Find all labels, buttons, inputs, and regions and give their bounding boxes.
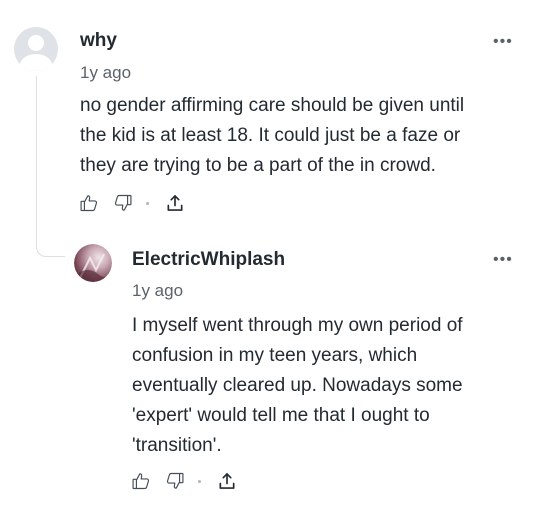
comment-thread: why 1y ago ••• no gender affirming care …	[0, 0, 540, 512]
timestamp: 1y ago	[132, 281, 184, 300]
comment: why 1y ago ••• no gender affirming care …	[0, 0, 540, 240]
share-button[interactable]	[216, 470, 238, 492]
comment-body: I myself went through my own period of c…	[132, 311, 517, 461]
avatar-head-shape	[28, 35, 44, 51]
more-options-button[interactable]: •••	[493, 34, 513, 50]
comment-body-line: eventually cleared up. Nowadays some	[132, 375, 463, 396]
comment-actions	[130, 470, 238, 492]
user-photo-avatar	[74, 244, 112, 282]
share-button[interactable]	[164, 192, 186, 214]
comment-body-line: I myself went through my own period of	[132, 315, 463, 336]
thumbs-up-button[interactable]	[130, 470, 152, 492]
thumbs-down-button[interactable]	[164, 470, 186, 492]
username[interactable]: why	[80, 30, 117, 52]
thumbs-down-icon	[166, 472, 184, 489]
thumbs-up-icon	[80, 195, 98, 212]
comment-body-line: 'expert' would tell me that I ought to	[132, 405, 430, 426]
avatar[interactable]	[74, 244, 112, 282]
thumbs-up-button[interactable]	[78, 192, 100, 214]
comment-body-line: they are trying to be a part of the in c…	[80, 155, 436, 176]
reply-comment: ElectricWhiplash 1y ago ••• I myself wen…	[0, 236, 540, 512]
timestamp: 1y ago	[80, 63, 132, 82]
comment-body-line: the kid is at least 18. It could just be…	[80, 125, 461, 146]
share-icon	[167, 195, 183, 211]
separator-dot	[146, 201, 149, 205]
avatar[interactable]	[14, 27, 58, 71]
share-icon	[219, 473, 235, 489]
comment-body-line: confusion in my teen years, which	[132, 345, 418, 366]
avatar-body-shape	[20, 54, 52, 71]
username[interactable]: ElectricWhiplash	[132, 249, 285, 271]
comment-body-line: no gender affirming care should be given…	[80, 95, 465, 116]
thumbs-down-icon	[114, 194, 132, 211]
thumbs-up-icon	[132, 473, 150, 490]
more-options-button[interactable]: •••	[493, 252, 513, 268]
comment-body: no gender affirming care should be given…	[80, 91, 520, 181]
comment-body-line: 'transition'.	[132, 435, 222, 456]
thumbs-down-button[interactable]	[112, 192, 134, 214]
comment-actions	[78, 192, 186, 214]
separator-dot	[198, 479, 201, 483]
